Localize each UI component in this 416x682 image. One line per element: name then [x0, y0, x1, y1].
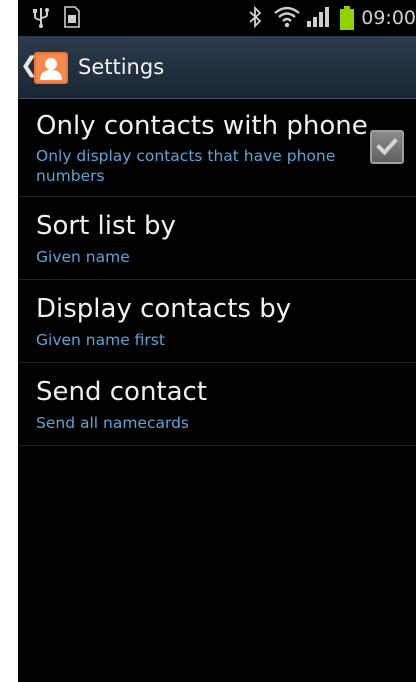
setting-summary: Send all namecards [36, 414, 189, 432]
setting-send-contact[interactable]: Send contact Send all namecards [18, 363, 416, 446]
bluetooth-icon [249, 6, 262, 28]
setting-only-contacts-with-phone[interactable]: Only contacts with phone Only display co… [18, 98, 416, 197]
status-bar: 09:00 [18, 0, 416, 36]
phone-screen: 09:00 ❮ Settings Only contacts with phon… [18, 0, 416, 682]
setting-title: Send contact [36, 377, 208, 407]
sim-card-icon [64, 6, 80, 28]
settings-list: Only contacts with phone Only display co… [18, 98, 416, 446]
signal-icon [307, 7, 329, 27]
setting-title: Sort list by [36, 211, 176, 241]
back-button[interactable]: ❮ [18, 36, 74, 98]
setting-title: Display contacts by [36, 294, 292, 324]
battery-icon [340, 6, 354, 30]
setting-summary: Only display contacts that have phone nu… [36, 147, 336, 185]
contacts-icon [34, 52, 68, 84]
check-icon [376, 138, 398, 156]
setting-summary: Given name first [36, 331, 165, 349]
setting-display-contacts-by[interactable]: Display contacts by Given name first [18, 280, 416, 363]
status-time: 09:00 [361, 7, 416, 29]
action-bar: ❮ Settings [18, 36, 416, 99]
setting-title: Only contacts with phone [36, 111, 368, 141]
page-title: Settings [78, 55, 165, 79]
wifi-icon [274, 6, 300, 28]
usb-icon [33, 8, 49, 28]
checkbox[interactable] [370, 130, 404, 164]
setting-sort-list-by[interactable]: Sort list by Given name [18, 197, 416, 280]
setting-summary: Given name [36, 248, 130, 266]
